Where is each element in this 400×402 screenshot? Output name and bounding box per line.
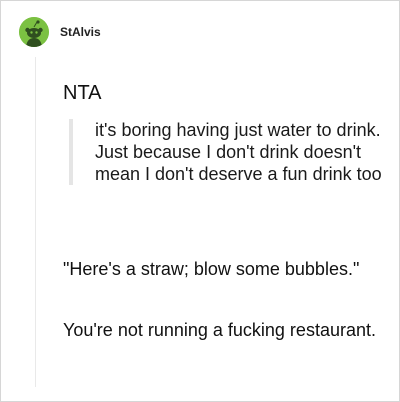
comment-header: StAlvis	[19, 17, 101, 47]
reply-paragraph: You're not running a fucking restaurant.	[63, 320, 376, 340]
comment-card: StAlvis NTA it's boring having just wate…	[0, 0, 400, 402]
reddit-alien-icon	[19, 17, 49, 47]
username[interactable]: StAlvis	[60, 25, 101, 39]
verdict-text: NTA	[63, 82, 102, 104]
blockquote: it's boring having just water to drink. …	[69, 119, 395, 185]
user-avatar[interactable]	[19, 17, 49, 47]
reply-paragraph: "Here's a straw; blow some bubbles."	[63, 259, 360, 279]
thread-line[interactable]	[35, 57, 36, 387]
